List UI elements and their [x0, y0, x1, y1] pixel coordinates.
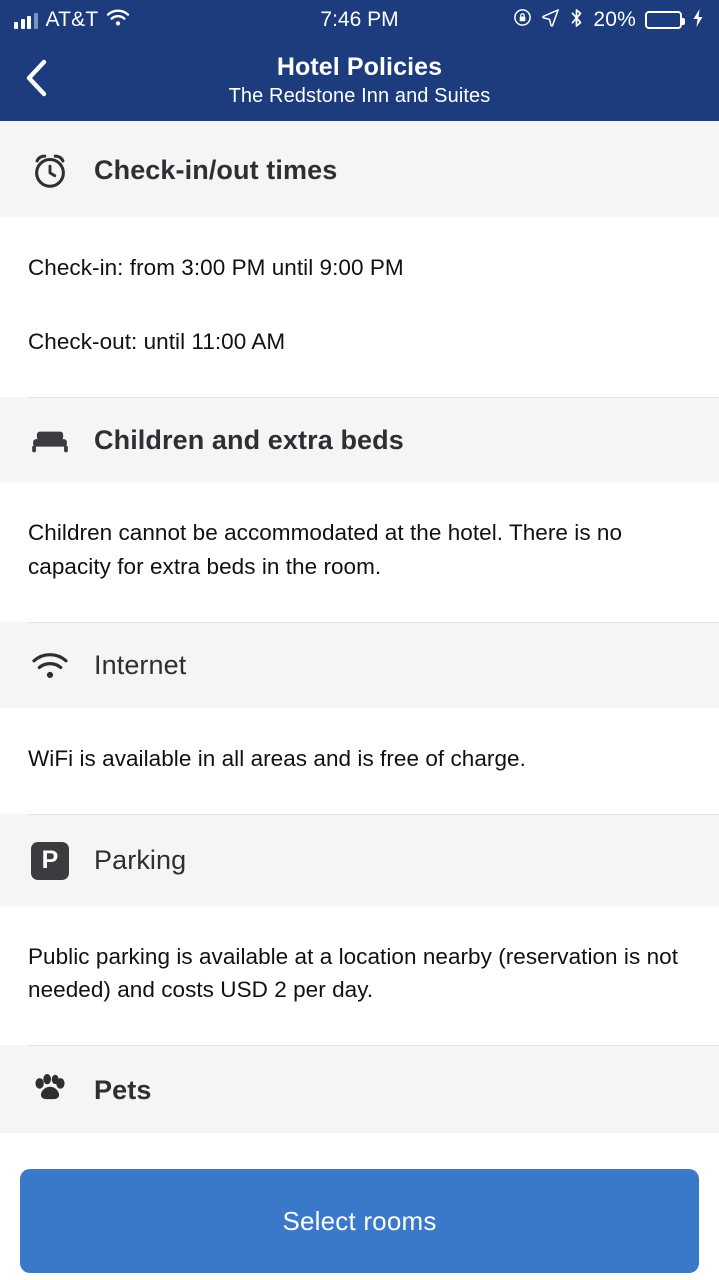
parking-p-icon: P	[28, 841, 72, 880]
section-header-internet[interactable]: Internet	[0, 621, 719, 708]
policy-text: Check-in: from 3:00 PM until 9:00 PM	[28, 255, 404, 280]
bluetooth-icon	[569, 8, 584, 33]
navigation-titles: Hotel Policies The Redstone Inn and Suit…	[229, 53, 491, 108]
page-title: Hotel Policies	[276, 52, 443, 81]
signal-bars-icon	[14, 12, 38, 29]
bottom-action-bar: Select rooms	[0, 1162, 719, 1280]
policies-list[interactable]: Check-in/out times Check-in: from 3:00 P…	[0, 121, 719, 1280]
status-bar-left: AT&T	[14, 8, 130, 32]
section-body-internet: WiFi is available in all areas and is fr…	[0, 707, 719, 814]
section-title: Pets	[94, 1074, 152, 1105]
rotation-lock-icon	[513, 8, 532, 32]
phone-screen: AT&T 7:46 PM 20% Hotel Policies The Reds…	[0, 0, 719, 1280]
section-title: Children and extra beds	[94, 425, 404, 456]
section-title: Internet	[94, 650, 187, 681]
section-body-children-and-extra-beds: Children cannot be accommodated at the h…	[0, 482, 719, 622]
wifi-icon	[106, 9, 130, 32]
status-bar: AT&T 7:46 PM 20%	[0, 0, 719, 40]
parking-badge-letter: P	[31, 841, 69, 880]
policy-text: WiFi is available in all areas and is fr…	[28, 745, 526, 771]
back-button[interactable]	[14, 59, 58, 103]
page-subtitle: The Redstone Inn and Suites	[228, 84, 491, 107]
clock-label: 7:46 PM	[320, 8, 399, 31]
charging-bolt-icon	[691, 8, 705, 33]
battery-icon	[645, 11, 685, 29]
section-header-check-in-out-times[interactable]: Check-in/out times	[0, 121, 719, 217]
policy-text: Public parking is available at a locatio…	[28, 943, 678, 1003]
section-title: Check-in/out times	[94, 154, 338, 185]
alarm-clock-icon	[28, 149, 72, 191]
section-header-parking[interactable]: P Parking	[0, 813, 719, 906]
section-body-check-in-out-times: Check-in: from 3:00 PM until 9:00 PM Che…	[0, 217, 719, 398]
chevron-left-icon	[23, 58, 49, 103]
location-arrow-icon	[541, 8, 560, 32]
policy-text: Check-out: until 11:00 AM	[28, 329, 286, 355]
wifi-icon	[28, 650, 72, 682]
section-title: Parking	[94, 845, 187, 876]
section-body-parking: Public parking is available at a locatio…	[0, 905, 719, 1046]
carrier-label: AT&T	[45, 8, 99, 31]
bed-icon	[28, 426, 72, 456]
battery-percent-label: 20%	[593, 8, 636, 31]
policy-text: Children cannot be accommodated at the h…	[28, 520, 623, 580]
status-bar-right: 20%	[513, 8, 705, 33]
section-header-pets[interactable]: Pets	[0, 1045, 719, 1134]
select-rooms-button[interactable]: Select rooms	[20, 1169, 699, 1273]
navigation-bar: Hotel Policies The Redstone Inn and Suit…	[0, 40, 719, 121]
paw-print-icon	[28, 1073, 72, 1107]
section-header-children-and-extra-beds[interactable]: Children and extra beds	[0, 397, 719, 483]
